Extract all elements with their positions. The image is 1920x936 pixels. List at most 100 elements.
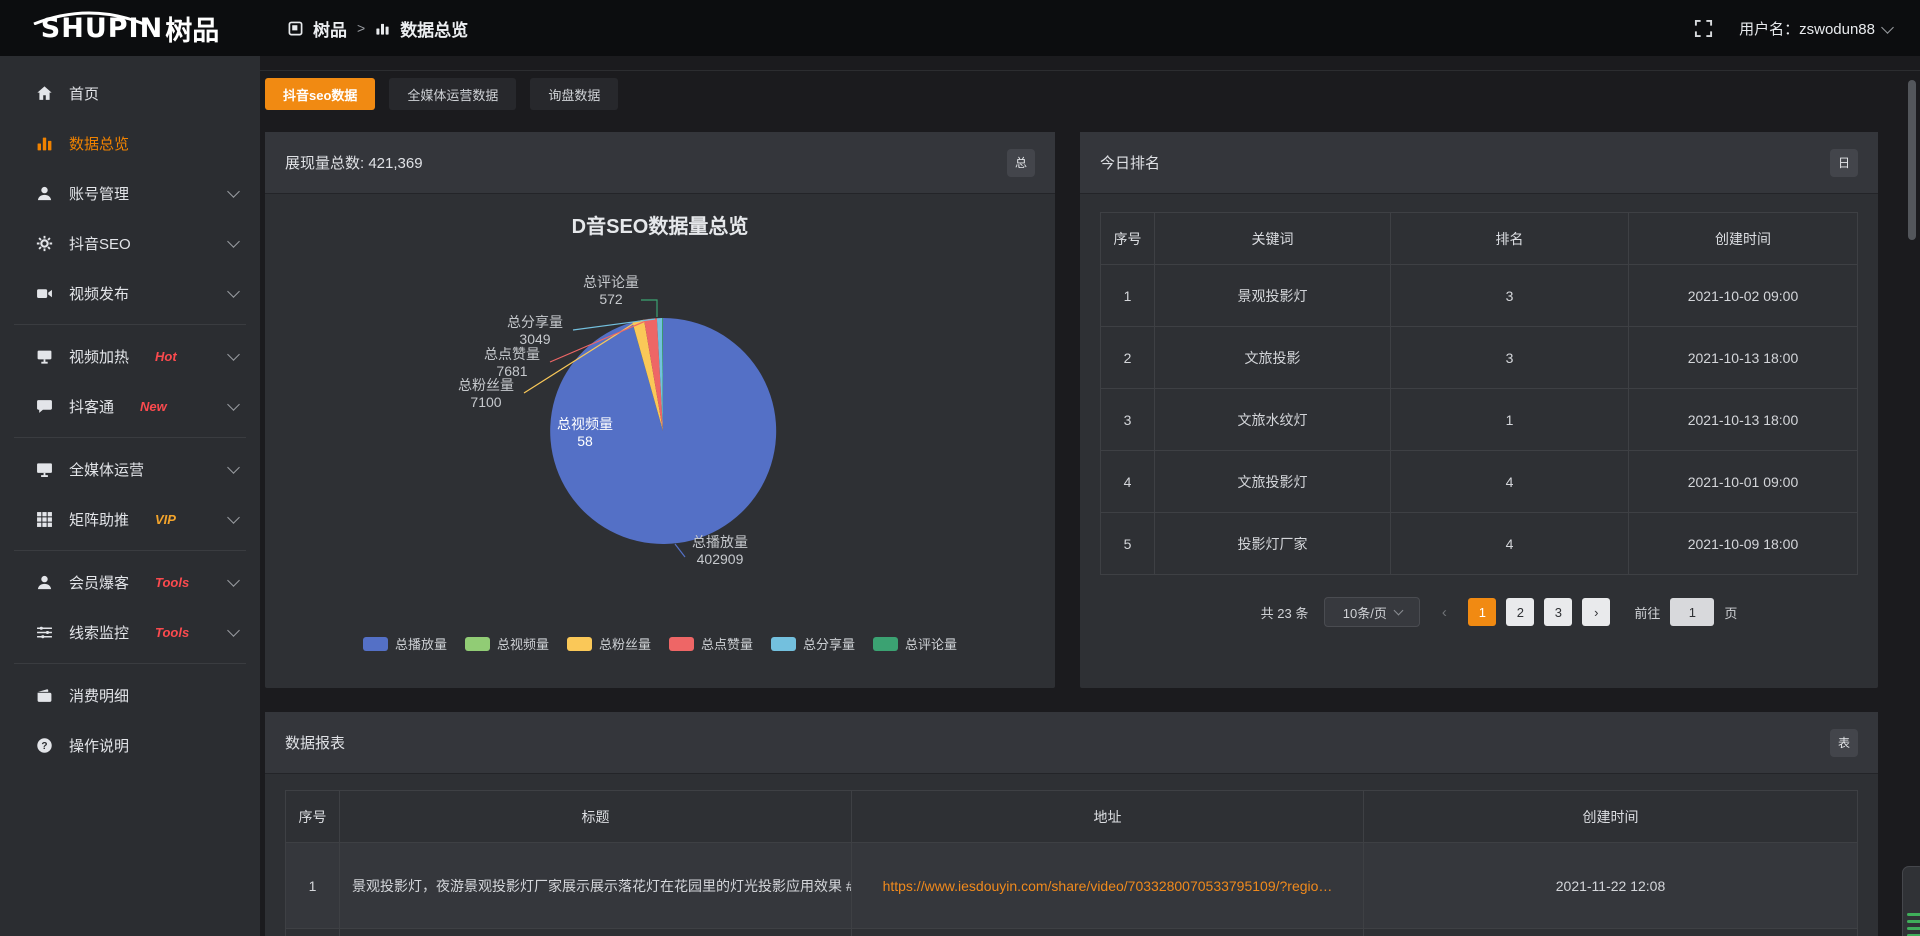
chevron-down-icon [227, 398, 240, 411]
bar-chart-icon [36, 135, 53, 152]
column-header: 序号 [1101, 213, 1155, 265]
sidebar-item-矩阵助推[interactable]: 矩阵助推VIP [0, 494, 260, 544]
table-row[interactable]: 3文旅水纹灯12021-10-13 18:00 [1101, 389, 1858, 451]
column-header: 序号 [286, 791, 340, 843]
table-row[interactable]: 2文旅投影32021-10-13 18:00 [1101, 327, 1858, 389]
prev-page-button[interactable]: ‹ [1430, 598, 1458, 626]
tab-全媒体运营数据[interactable]: 全媒体运营数据 [389, 78, 516, 110]
legend-label: 总分享量 [803, 634, 855, 653]
sidebar-item-首页[interactable]: 首页 [0, 68, 260, 118]
heat-icon [36, 348, 53, 365]
scrollbar-thumb[interactable] [1908, 80, 1916, 240]
data-source-tabs: 抖音seo数据全媒体运营数据询盘数据 [265, 78, 618, 110]
table-row[interactable] [286, 929, 1858, 936]
legend-swatch [669, 637, 694, 651]
tab-抖音seo数据[interactable]: 抖音seo数据 [265, 78, 375, 110]
sidebar: 首页数据总览账号管理抖音SEO视频发布视频加热Hot抖客通New全媒体运营矩阵助… [0, 56, 260, 936]
next-page-button[interactable]: › [1582, 598, 1610, 626]
sidebar-item-label: 抖客通 [69, 396, 114, 417]
total-mode-button[interactable]: 总 [1007, 149, 1035, 177]
home-icon [36, 85, 53, 102]
table-row[interactable]: 1景观投影灯32021-10-02 09:00 [1101, 265, 1858, 327]
cell: 2021-10-02 09:00 [1629, 265, 1858, 327]
table-mode-button[interactable]: 表 [1830, 729, 1858, 757]
tab-询盘数据[interactable]: 询盘数据 [530, 78, 618, 110]
page-buttons: 123 [1468, 598, 1572, 626]
page-button-1[interactable]: 1 [1468, 598, 1496, 626]
breadcrumb-root[interactable]: 树品 [313, 16, 347, 41]
svg-text:?: ? [41, 740, 47, 751]
sidebar-badge: New [140, 399, 167, 414]
sidebar-item-消费明细[interactable]: 消费明细 [0, 670, 260, 720]
page-size-select[interactable]: 10条/页 [1324, 597, 1420, 627]
chevron-down-icon [227, 511, 240, 524]
pie-label-总点赞量: 总点赞量7681 [474, 346, 550, 380]
chevron-down-icon [227, 285, 240, 298]
report-table-wrap: 序号标题地址创建时间1景观投影灯，夜游景观投影灯厂家展示展示落花灯在花园里的灯光… [265, 774, 1878, 936]
table-row[interactable]: 1景观投影灯，夜游景观投影灯厂家展示展示落花灯在花园里的灯光投影应用效果 #ht… [286, 843, 1858, 929]
pie-label-总视频量: 总视频量58 [547, 416, 623, 450]
cell: 3 [1391, 265, 1629, 327]
sidebar-item-label: 视频加热 [69, 346, 129, 367]
sidebar-item-视频加热[interactable]: 视频加热Hot [0, 331, 260, 381]
goto-page-input[interactable] [1670, 598, 1714, 626]
report-url-link[interactable]: https://www.iesdouyin.com/share/video/70… [883, 878, 1333, 894]
day-mode-button[interactable]: 日 [1830, 149, 1858, 177]
page-button-2[interactable]: 2 [1506, 598, 1534, 626]
sidebar-divider [14, 437, 246, 438]
chevron-down-icon [227, 348, 240, 361]
legend-label: 总粉丝量 [599, 634, 651, 653]
sidebar-item-抖客通[interactable]: 抖客通 New [0, 381, 260, 431]
floating-widget[interactable] [1902, 866, 1920, 936]
table-row[interactable]: 4文旅投影灯42021-10-01 09:00 [1101, 451, 1858, 513]
table-header-row: 序号标题地址创建时间 [286, 791, 1858, 843]
sidebar-item-视频发布[interactable]: 视频发布 [0, 268, 260, 318]
legend-swatch [567, 637, 592, 651]
cell: 投影灯厂家 [1155, 513, 1391, 575]
sidebar-item-会员爆客[interactable]: 会员爆客Tools [0, 557, 260, 607]
help-icon: ? [36, 737, 53, 754]
sidebar-item-线索监控[interactable]: 线索监控Tools [0, 607, 260, 657]
cell: 2021-10-13 18:00 [1629, 389, 1858, 451]
gear-icon [36, 235, 53, 252]
sidebar-item-label: 数据总览 [69, 133, 129, 154]
chart-panel-header: 展现量总数: 421,369 总 [265, 132, 1055, 194]
breadcrumb-separator: > [357, 20, 365, 36]
sidebar-item-操作说明[interactable]: ?操作说明 [0, 720, 260, 770]
chevron-down-icon [227, 235, 240, 248]
legend-swatch [363, 637, 388, 651]
sidebar-divider [14, 324, 246, 325]
legend-label: 总视频量 [497, 634, 549, 653]
report-panel-header: 数据报表 表 [265, 712, 1878, 774]
username-label: 用户名：zswodun88 [1739, 18, 1875, 39]
legend-item-总视频量[interactable]: 总视频量 [465, 634, 549, 653]
cell: 景观投影灯 [1155, 265, 1391, 327]
sidebar-item-数据总览[interactable]: 数据总览 [0, 118, 260, 168]
legend-item-总分享量[interactable]: 总分享量 [771, 634, 855, 653]
cell: 1 [1391, 389, 1629, 451]
legend-item-总粉丝量[interactable]: 总粉丝量 [567, 634, 651, 653]
column-header: 创建时间 [1364, 791, 1858, 843]
legend-item-总点赞量[interactable]: 总点赞量 [669, 634, 753, 653]
table-row[interactable]: 5投影灯厂家42021-10-09 18:00 [1101, 513, 1858, 575]
chevron-down-icon [227, 185, 240, 198]
cell: 2021-10-13 18:00 [1629, 327, 1858, 389]
legend-item-总播放量[interactable]: 总播放量 [363, 634, 447, 653]
monitor-icon [36, 461, 53, 478]
column-header: 创建时间 [1629, 213, 1858, 265]
sidebar-item-抖音SEO[interactable]: 抖音SEO [0, 218, 260, 268]
username-menu[interactable]: 用户名：zswodun88 [1739, 18, 1892, 39]
sidebar-item-label: 矩阵助推 [69, 509, 129, 530]
legend-item-总评论量[interactable]: 总评论量 [873, 634, 957, 653]
column-header: 标题 [340, 791, 852, 843]
page-button-3[interactable]: 3 [1544, 598, 1572, 626]
sidebar-item-账号管理[interactable]: 账号管理 [0, 168, 260, 218]
bar-chart-icon [375, 21, 390, 36]
cell: 4 [1391, 513, 1629, 575]
chevron-down-icon [1393, 606, 1403, 616]
sidebar-divider [14, 550, 246, 551]
chevron-down-icon [227, 574, 240, 587]
cell: 文旅投影 [1155, 327, 1391, 389]
fullscreen-icon[interactable] [1694, 19, 1713, 38]
sidebar-item-全媒体运营[interactable]: 全媒体运营 [0, 444, 260, 494]
